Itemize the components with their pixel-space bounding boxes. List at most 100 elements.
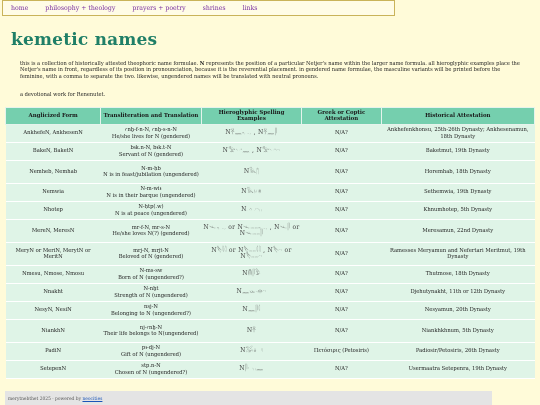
cell-transliteration: pꜣ-dj-N Gift of N (ungendered) [100, 342, 202, 361]
cell-greek-coptic: N/A? [301, 283, 382, 302]
header-transliteration: Transliteration and Translation [100, 107, 202, 125]
cell-transliteration-text: nj-ꜥnḫ-N [139, 324, 163, 331]
footer-text: merytnebthet 2025 · powered by [8, 397, 83, 402]
cell-historical: Thutmose, 18th Dynasty [381, 265, 535, 284]
cell-hieroglyphs: N𓋴𓍿𓊪𓈖 [201, 360, 302, 379]
cell-anglicized-text: BakeN, BaketN [32, 148, 74, 155]
cell-anglicized-text: Nemwia [42, 189, 64, 196]
cell-historical-text: Ankhefenkhonsu, 25th-26th Dynasty; Ankhe… [387, 127, 529, 140]
cell-historical: Meresamun, 22nd Dynasty [381, 219, 535, 243]
cell-anglicized-text: Nemheb, Nemhab [29, 168, 78, 175]
cell-greek-coptic-text: N/A? [334, 189, 348, 196]
header-greek-coptic: Greek or Coptic Attestation [301, 107, 382, 125]
header-historical: Historical Attestation [380, 107, 536, 125]
table-row: Nemwia N-m-wiꜣ N is in their barque (ungen… [5, 183, 535, 202]
cell-greek-coptic: N/A? [301, 124, 382, 143]
cell-historical-text: Padiosir/Petosiris, 26th Dynasty [415, 348, 500, 355]
hieroglyph-spelling: N𓋹𓈖𓆑 , N𓋹𓈖𓋴 [225, 129, 278, 137]
cell-transliteration: stp.n-N Chosen of N (ungendered?) [100, 360, 202, 379]
cell-anglicized: NiankhN [5, 319, 101, 343]
table-row: NesyN, NesiN nsj-N Belonging to N (ungende… [5, 301, 535, 320]
cell-hieroglyphs: N𓈖𓋴𓇋 [201, 301, 302, 320]
cell-greek-coptic-text: N/A? [334, 148, 348, 155]
nav-home-link[interactable]: home [11, 5, 28, 12]
translation-text: Gift of N (ungendered) [120, 351, 181, 358]
hieroglyph-spelling: N𓅓𓉺 [243, 167, 260, 175]
table-row: Nnakht N-nḫt Strength of N (ungendered) N𓈖𓆱… [5, 283, 535, 302]
header-anglicized: Anglicized Form [4, 107, 102, 125]
translation-text: N is in their barque (ungendered) [106, 192, 196, 199]
cell-greek-coptic-text: N/A? [334, 327, 348, 334]
nav-shrines-link[interactable]: shrines [203, 5, 226, 12]
cell-greek-coptic: Πετόσιρις (Petosiris) [301, 342, 382, 361]
cell-anglicized-text: Nmesu, Nmose, Nmosu [22, 271, 85, 278]
translation-text: N is at peace (ungendered) [115, 210, 187, 217]
cell-historical: Baketmut, 19th Dynasty [381, 142, 535, 161]
cell-hieroglyphs: N𓋹 [201, 319, 302, 343]
cell-anglicized: Nhotep [5, 201, 101, 220]
translation-text: Beloved of N (gendered) [118, 254, 184, 260]
nav-links-link[interactable]: links [243, 5, 258, 12]
intro-paragraph: this is a collection of historically att… [20, 61, 525, 80]
table-row: PadiN pꜣ-dj-N Gift of N (ungendered) N𓅮𓂞 Πετ… [5, 342, 535, 361]
table-row: SetepenN stp.n-N Chosen of N (ungendered?)… [5, 360, 535, 379]
cell-transliteration-text: N-ms-sw [139, 268, 163, 275]
cell-hieroglyphs: N𓅓𓉺 [201, 160, 302, 184]
cell-historical: Horemhab, 18th Dynasty [381, 160, 535, 184]
hieroglyph-spelling: N𓅓𓊞 [241, 188, 262, 196]
intro-text-start: this is a collection of historically att… [20, 61, 200, 67]
cell-historical-text: Sethemwia, 19th Dynasty [424, 189, 492, 196]
cell-greek-coptic-text: N/A? [334, 207, 348, 214]
nav-philosophy-link[interactable]: philosophy + theology [45, 5, 115, 12]
hieroglyph-spelling: N𓅮𓂞 [240, 347, 263, 355]
top-nav: home philosophy + theology prayers + poe… [2, 0, 395, 16]
cell-hieroglyphs: N𓄟𓋴𓅱 [201, 265, 302, 284]
table-row: Nhotep N-ḥtp(.w) N is at peace (ungendered… [5, 201, 535, 220]
cell-transliteration: ꜥnḫ-f-n-N, ꜥnḫ-s-n-N He/she lives for N (… [100, 124, 202, 143]
cell-hieroglyphs: N𓊵𓏏𓊪 [201, 201, 302, 220]
cell-hieroglyphs: N𓌸𓇋𓇋 or N𓌸𓂋𓇋𓇋 , N𓌸𓏏 or N𓌸𓂋𓏏 [201, 242, 302, 266]
cell-hieroglyphs: N𓅮𓂞 [201, 342, 302, 361]
translation-text: He/she lives for N (gendered) [111, 133, 191, 140]
hieroglyph-spelling: N𓅡𓎡𓈖 , N𓅡𓎡𓏏 [222, 147, 281, 155]
cell-transliteration-text: pꜣ-dj-N [141, 345, 161, 352]
cell-anglicized: Nmesu, Nmose, Nmosu [5, 265, 101, 284]
cell-historical-text: Thutmose, 18th Dynasty [425, 271, 490, 278]
cell-transliteration: mrj-N, mrjt-N Beloved of N (gendered) [100, 242, 202, 266]
cell-anglicized: MeryN or MeriN, MerytN or MeritN [5, 242, 101, 266]
cell-transliteration-text: ꜥnḫ-f-n-N, ꜥnḫ-s-n-N [125, 127, 177, 134]
cell-greek-coptic-text: N/A? [334, 289, 348, 296]
cell-hieroglyphs: N𓌻𓆑 or N𓌻𓂋𓆑 , N𓌻𓋴 or N𓌻𓂋𓋴 [201, 219, 302, 243]
table-row: BakeN, BaketN bꜣk.n-N, bꜣk.t-N Servant of … [5, 142, 535, 161]
cell-anglicized: AnkhefeN, AnkhesenN [5, 124, 101, 143]
hieroglyph-spelling: N𓋴𓍿𓊪𓈖 [239, 365, 264, 373]
cell-greek-coptic-text: N/A? [334, 227, 348, 234]
cell-greek-coptic-text: N/A? [334, 130, 348, 137]
cell-historical: Khnumhotep, 5th Dynasty [381, 201, 535, 220]
nav-prayers-link[interactable]: prayers + poetry [132, 5, 185, 12]
translation-text: Servant of N (gendered) [118, 151, 184, 158]
cell-historical-text: Baketmut, 19th Dynasty [425, 148, 490, 155]
cell-historical-text: Niankhkhnum, 5th Dynasty [421, 327, 494, 334]
cell-historical: Ankhefenkhonsu, 25th-26th Dynasty; Ankhe… [381, 124, 535, 143]
table-row: AnkhefeN, AnkhesenN ꜥnḫ-f-n-N, ꜥnḫ-s-n-N H… [5, 124, 535, 143]
cell-anglicized-text: AnkhefeN, AnkhesenN [23, 130, 83, 137]
cell-historical-text: Djehutynakht, 11th or 12th Dynasty [410, 289, 506, 296]
cell-hieroglyphs: N𓈖𓆱𓐍𓏏 [201, 283, 302, 302]
cell-anglicized-text: NiankhN [41, 327, 65, 334]
cell-greek-coptic: N/A? [301, 319, 382, 343]
cell-historical: Padiosir/Petosiris, 26th Dynasty [381, 342, 535, 361]
footer-neocities-link[interactable]: neocities [82, 397, 102, 402]
cell-anglicized: Nemheb, Nemhab [5, 160, 101, 184]
translation-text: Born of N (ungendered?) [118, 274, 184, 281]
cell-transliteration: nsj-N Belonging to N (ungendered?) [100, 301, 202, 320]
cell-anglicized-text: SetepenN [40, 366, 67, 373]
cell-historical: Djehutynakht, 11th or 12th Dynasty [381, 283, 535, 302]
cell-greek-coptic: N/A? [301, 183, 382, 202]
table-row: Nmesu, Nmose, Nmosu N-ms-sw Born of N (ung… [5, 265, 535, 284]
hieroglyph-spelling: N𓈖𓋴𓇋 [242, 306, 261, 314]
cell-transliteration: N-ḥtp(.w) N is at peace (ungendered) [100, 201, 202, 220]
cell-transliteration-text: N-m-wiꜣ [140, 186, 162, 193]
page-title: kemetic names [11, 30, 158, 50]
names-table: Anglicized Form Transliteration and Tran… [4, 107, 536, 379]
